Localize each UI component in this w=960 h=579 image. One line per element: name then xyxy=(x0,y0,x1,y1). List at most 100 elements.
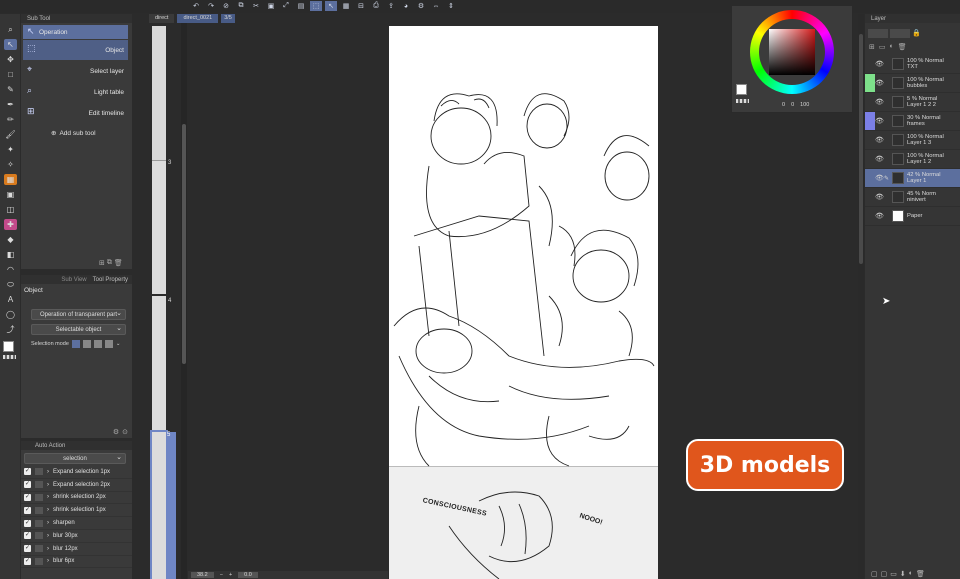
layer-row[interactable]: 👁 100 % Normal Layer 1 3 xyxy=(865,131,960,150)
chevron-right-icon[interactable]: › xyxy=(47,520,49,526)
eye-icon[interactable]: 👁 xyxy=(875,60,884,68)
zoom-icon[interactable]: ⌕ xyxy=(4,24,17,35)
check-icon[interactable]: ✓ xyxy=(24,545,31,553)
rotation-angle[interactable]: 0.0 xyxy=(238,572,258,578)
eye-icon[interactable]: 👁 xyxy=(875,212,884,220)
chevron-right-icon[interactable]: › xyxy=(47,533,49,539)
palette-icon[interactable]: ◕ xyxy=(400,1,412,11)
add-sub-tool-button[interactable]: ⊕ Add sub tool xyxy=(51,129,132,138)
auto-action-item[interactable]: ✓ › shrink selection 2px xyxy=(21,492,132,505)
layer-row[interactable]: 👁 100 % Normal Layer 1 2 xyxy=(865,150,960,169)
mask-icon[interactable]: ◐ xyxy=(890,43,894,55)
opacity-slider[interactable] xyxy=(890,28,910,38)
check-icon[interactable]: ✓ xyxy=(24,506,31,514)
subtool-light-table[interactable]: ⌕ Light table xyxy=(23,82,128,102)
check-icon[interactable]: ✓ xyxy=(24,519,31,527)
main-color-swatch[interactable] xyxy=(3,341,14,352)
zoom-in-icon[interactable]: + xyxy=(229,572,232,578)
auto-action-item[interactable]: ✓ › sharpen xyxy=(21,517,132,530)
redo-icon[interactable]: ↷ xyxy=(205,1,217,11)
balloon-icon[interactable]: ◯ xyxy=(4,309,17,320)
cut-icon[interactable]: ✂ xyxy=(250,1,262,11)
undo-icon[interactable]: ↶ xyxy=(190,1,202,11)
tab-direct[interactable]: direct xyxy=(149,14,175,23)
layer-row[interactable]: 👁 45 % Norm ninivert xyxy=(865,188,960,207)
check-icon[interactable]: ✓ xyxy=(24,468,31,476)
eye-icon[interactable]: 👁 xyxy=(875,174,884,182)
trash-icon[interactable]: 🗑 xyxy=(916,570,925,578)
paste-icon[interactable]: ▣ xyxy=(265,1,277,11)
mode-new-icon[interactable] xyxy=(71,340,80,348)
pencil-icon[interactable]: ✏ xyxy=(4,114,17,125)
chevron-right-icon[interactable]: › xyxy=(47,469,49,475)
subtool-operation[interactable]: ↖ Operation xyxy=(23,25,128,39)
grid-icon[interactable]: ▦ xyxy=(340,1,352,11)
mode-subtract-icon[interactable] xyxy=(93,340,102,348)
eyedropper-icon[interactable]: ✎ xyxy=(4,84,17,95)
transparent-color-swatch[interactable] xyxy=(3,355,16,359)
chevron-right-icon[interactable]: › xyxy=(47,494,49,500)
layer-row[interactable]: 👁 Paper xyxy=(865,207,960,226)
blend-icon[interactable]: ✚ xyxy=(4,219,17,230)
tab-sub-view[interactable]: Sub View xyxy=(61,277,86,283)
lock-icon[interactable]: 🔒 xyxy=(912,29,921,37)
copy-icon[interactable]: ⧉ xyxy=(107,259,112,267)
mode-add-icon[interactable] xyxy=(82,340,91,348)
transparent-part-dropdown[interactable]: Operation of transparent part xyxy=(31,309,126,320)
page-strip-scrollbar[interactable] xyxy=(181,14,187,579)
zoom-level[interactable]: 38.2 xyxy=(191,572,214,578)
new-raster-icon[interactable]: ▢ xyxy=(871,570,878,578)
brush-icon[interactable]: 🖌 xyxy=(4,129,17,140)
auto-action-item[interactable]: ✓ › Expand selection 1px xyxy=(21,466,132,479)
select-all-icon[interactable]: ⬚ xyxy=(310,1,322,11)
eye-icon[interactable]: 👁 xyxy=(875,79,884,87)
lock-icon[interactable]: ✎ xyxy=(884,175,892,182)
reset-icon[interactable]: ⊙ xyxy=(122,428,128,436)
new-layer-icon[interactable]: ⊞ xyxy=(869,43,875,55)
chevron-right-icon[interactable]: › xyxy=(47,507,49,513)
canvas-vertical-scrollbar[interactable] xyxy=(858,14,864,579)
check-icon[interactable]: ✓ xyxy=(24,532,31,540)
chevron-right-icon[interactable]: › xyxy=(47,558,49,564)
mode-intersect-icon[interactable] xyxy=(104,340,113,348)
settings-icon[interactable]: ⚙ xyxy=(415,1,427,11)
folder-icon[interactable]: ▭ xyxy=(879,43,886,55)
clear-icon[interactable]: ⊘ xyxy=(220,1,232,11)
selection-icon[interactable]: □ xyxy=(4,69,17,80)
check-icon[interactable]: ✓ xyxy=(24,493,31,501)
page-thumb-4[interactable] xyxy=(152,296,166,430)
transparent-color-indicator[interactable] xyxy=(736,99,749,103)
auto-action-item[interactable]: ✓ › Expand selection 2px xyxy=(21,479,132,492)
copy-icon[interactable]: ⧉ xyxy=(235,1,247,11)
zoom-out-icon[interactable]: − xyxy=(220,572,223,578)
chevron-down-icon[interactable]: ⌄ xyxy=(116,341,121,347)
frame-icon[interactable]: ▣ xyxy=(4,189,17,200)
flip-vertical-icon[interactable]: ⇕ xyxy=(445,1,457,11)
auto-action-item[interactable]: ✓ › blur 6px xyxy=(21,556,132,569)
auto-action-item[interactable]: ✓ › shrink selection 1px xyxy=(21,504,132,518)
pattern-icon[interactable]: ▦ xyxy=(4,174,17,185)
trash-icon[interactable]: 🗑 xyxy=(898,43,907,55)
move-layer-icon[interactable]: ✥ xyxy=(4,54,17,65)
eye-icon[interactable]: 👁 xyxy=(875,98,884,106)
eye-icon[interactable]: 👁 xyxy=(875,117,884,125)
eye-icon[interactable]: 👁 xyxy=(875,136,884,144)
page-thumb-2[interactable] xyxy=(152,26,166,166)
page-thumb-5[interactable] xyxy=(150,430,168,579)
check-icon[interactable]: ✓ xyxy=(24,557,31,565)
fill-icon[interactable]: ◆ xyxy=(4,234,17,245)
merge-icon[interactable]: ⬇ xyxy=(900,570,906,578)
subtool-object[interactable]: ⬚ Object xyxy=(23,40,128,60)
new-folder-icon[interactable]: ▭ xyxy=(890,570,897,578)
decoration-icon[interactable]: ✧ xyxy=(4,159,17,170)
ruler-icon[interactable]: ⊟ xyxy=(355,1,367,11)
blend-mode-dropdown[interactable] xyxy=(868,28,888,38)
add-icon[interactable]: ⊞ xyxy=(99,259,105,267)
saturation-value-square[interactable] xyxy=(769,29,815,75)
pointer-icon[interactable]: ↖ xyxy=(325,1,337,11)
auto-action-item[interactable]: ✓ › blur 30px xyxy=(21,530,132,543)
tab-direct-0021[interactable]: direct_0021 xyxy=(177,14,219,23)
tab-auto-action[interactable]: Auto Action xyxy=(35,443,65,449)
layer-row[interactable]: 👁 30 % Normal frames xyxy=(865,112,960,131)
airbrush-icon[interactable]: ✦ xyxy=(4,144,17,155)
